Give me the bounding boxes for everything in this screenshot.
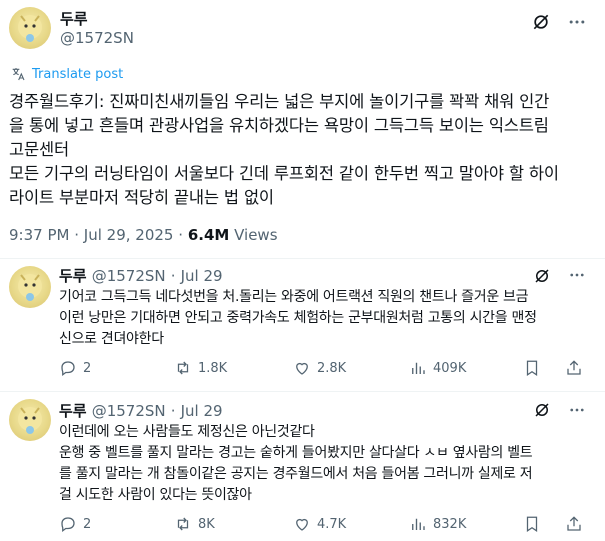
views-button[interactable]: 409K (409, 359, 466, 377)
views-count: 6.4M (187, 226, 230, 244)
post-text-line: 라이트 부분마저 적당히 끝내는 법 없이 (9, 188, 274, 207)
like-icon (296, 518, 308, 531)
reply-count: 2 (83, 516, 92, 532)
like-button[interactable]: 2.8K (293, 359, 346, 377)
bookmark-icon (526, 516, 538, 532)
grok-icon[interactable] (533, 401, 551, 419)
meta-separator: · (170, 402, 176, 420)
share-icon (567, 360, 581, 375)
post-date[interactable]: Jul 29, 2025 (84, 226, 174, 244)
action-bar: 2 8K 4.7K 832K (59, 515, 599, 535)
reply-date[interactable]: Jul 29 (181, 402, 223, 420)
reply-text-line: 이런 낭만은 기대하면 안되고 중력가속도 체험하는 군부대원처럼 고통의 시간… (59, 310, 537, 326)
views-button[interactable]: 832K (409, 515, 466, 533)
more-icon[interactable] (566, 12, 588, 32)
meta-separator: · (74, 226, 80, 244)
reply-icon (61, 361, 75, 377)
action-bar: 2 1.8K 2.8K 409K (59, 359, 599, 379)
meta-separator: · (178, 226, 184, 244)
reply-count: 2 (83, 360, 92, 376)
post-text-line: 경주월드후기: 진짜미친새끼들임 우리는 넓은 부지에 놀이기구를 꽉꽉 채워 … (9, 92, 550, 111)
translate-post-link[interactable]: Translate post (10, 66, 123, 82)
reply-text-line: 운행 중 벨트를 풀지 말라는 경고는 숱하게 들어봤지만 살다살다 ㅅㅂ 옆사… (59, 445, 533, 461)
like-count: 2.8K (317, 360, 347, 376)
post-text: 경주월드후기: 진짜미친새끼들임 우리는 넓은 부지에 놀이기구를 꽉꽉 채워 … (9, 90, 599, 210)
reply-button[interactable]: 2 (59, 359, 91, 377)
author-handle[interactable]: @1572SN (92, 402, 166, 420)
reply-text-line: 이런데에 오는 사람들도 제정신은 아닌것같다 (59, 424, 315, 440)
post-text-line: 모든 기구의 러닝타임이 서울보다 긴데 루프회전 같이 한두번 찍고 말아야 … (9, 164, 559, 183)
avatar[interactable] (9, 399, 51, 441)
post-text-line: 을 통에 넣고 흔들며 관광사업을 유치하겠다는 욕망이 그득그득 보이는 익스… (9, 116, 549, 135)
views-icon (412, 518, 425, 530)
reply-text-line: 신으로 견뎌야한다 (59, 331, 164, 347)
divider (0, 391, 605, 392)
reply-text: 기어코 그득그득 네다섯번을 처.돌리는 와중에 어트랙션 직원의 챈트나 즐거… (59, 287, 599, 350)
bookmark-button[interactable] (523, 515, 541, 533)
translate-icon (10, 66, 26, 82)
post-meta: 9:37 PM · Jul 29, 2025 · 6.4M Views (9, 226, 278, 244)
grok-icon[interactable] (531, 12, 551, 32)
more-icon[interactable] (567, 266, 587, 284)
like-icon (296, 362, 308, 375)
author-name[interactable]: 두루 (59, 267, 87, 285)
share-button[interactable] (565, 359, 583, 377)
views-label: Views (234, 226, 278, 244)
translate-post-label: Translate post (32, 66, 124, 82)
meta-separator: · (170, 267, 176, 285)
reply-button[interactable]: 2 (59, 515, 91, 533)
reply-text: 이런데에 오는 사람들도 제정신은 아닌것같다 운행 중 벨트를 풀지 말라는 … (59, 422, 599, 506)
author-name[interactable]: 두루 (59, 402, 87, 420)
bookmark-icon (526, 360, 538, 376)
repost-icon (177, 361, 189, 375)
like-button[interactable]: 4.7K (293, 515, 346, 533)
repost-count: 8K (198, 516, 215, 532)
repost-icon (177, 517, 189, 531)
more-icon[interactable] (567, 401, 587, 419)
author-handle[interactable]: @1572SN (60, 29, 134, 47)
author-handle[interactable]: @1572SN (92, 267, 166, 285)
divider (0, 258, 605, 259)
reply-text-line: 걸 시도한 사람이 있다는 뜻이잖아 (59, 487, 252, 503)
repost-button[interactable]: 8K (174, 515, 215, 533)
reply-header: 두루 @1572SN · Jul 29 (59, 265, 223, 286)
views-count: 832K (433, 516, 467, 532)
avatar[interactable] (9, 7, 51, 49)
post-text-line: 고문센터 (9, 140, 69, 159)
reply-date[interactable]: Jul 29 (181, 267, 223, 285)
repost-count: 1.8K (198, 360, 228, 376)
author-name[interactable]: 두루 (60, 8, 88, 29)
repost-button[interactable]: 1.8K (174, 359, 227, 377)
reply-text-line: 를 풀지 말라는 개 참돌이같은 공지는 경주월드에서 처음 들어봄 그러니까 … (59, 466, 533, 482)
avatar[interactable] (9, 266, 51, 308)
bookmark-button[interactable] (523, 359, 541, 377)
views-icon (412, 362, 425, 374)
grok-icon[interactable] (533, 267, 551, 285)
like-count: 4.7K (317, 516, 347, 532)
reply-header: 두루 @1572SN · Jul 29 (59, 400, 223, 421)
reply-icon (61, 517, 75, 533)
views-count: 409K (433, 360, 467, 376)
post-time[interactable]: 9:37 PM (9, 226, 69, 244)
share-icon (567, 516, 581, 531)
reply-text-line: 기어코 그득그득 네다섯번을 처.돌리는 와중에 어트랙션 직원의 챈트나 즐거… (59, 289, 529, 305)
share-button[interactable] (565, 515, 583, 533)
